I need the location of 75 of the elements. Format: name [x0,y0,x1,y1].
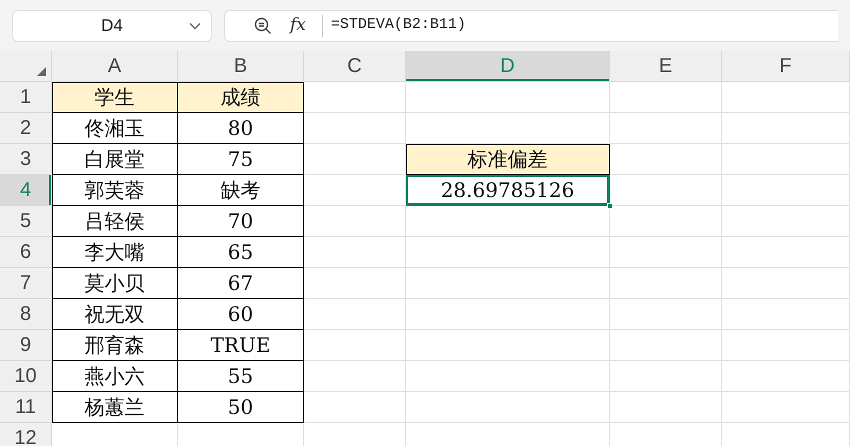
empty-cell[interactable] [610,392,722,423]
empty-cell[interactable] [722,82,850,113]
empty-cell[interactable] [722,206,850,237]
empty-cell[interactable] [722,175,850,206]
row-header[interactable]: 5 [0,206,52,237]
table-cell[interactable]: 李大嘴 [52,237,178,268]
row-header[interactable]: 11 [0,392,52,423]
select-all-icon[interactable] [37,67,46,76]
empty-cell[interactable] [610,299,722,330]
row-header[interactable]: 2 [0,113,52,144]
empty-cell[interactable] [406,299,610,330]
empty-cell[interactable] [722,299,850,330]
empty-cell[interactable] [406,392,610,423]
function-label[interactable]: fx [290,12,306,38]
empty-cell[interactable] [610,113,722,144]
magnifier-icon [254,16,272,34]
empty-cell[interactable] [610,82,722,113]
table-cell[interactable]: 白展堂 [52,144,178,175]
chevron-down-icon [189,22,201,30]
formula-text: =STDEVA(B2:B11) [330,15,466,36]
table-cell[interactable]: 成绩 [178,82,304,113]
empty-cell[interactable] [406,330,610,361]
empty-cell[interactable] [406,361,610,392]
name-box[interactable]: D4 [12,10,212,42]
row-header[interactable]: 9 [0,330,52,361]
column-header[interactable]: B [178,51,304,81]
table-cell[interactable]: 学生 [52,82,178,113]
table-cell[interactable]: 50 [178,392,304,423]
column-header[interactable]: A [52,51,178,81]
table-cell[interactable]: 缺考 [178,175,304,206]
empty-cell[interactable] [406,268,610,299]
empty-cell[interactable] [610,206,722,237]
table-cell[interactable]: 郭芙蓉 [52,175,178,206]
fill-handle[interactable] [607,203,613,209]
empty-cell[interactable] [610,268,722,299]
table-cell[interactable]: 祝无双 [52,299,178,330]
table-cell[interactable]: 莫小贝 [52,268,178,299]
table-cell[interactable]: 80 [178,113,304,144]
table-cell[interactable]: 67 [178,268,304,299]
table-cell[interactable]: 燕小六 [52,361,178,392]
row-header[interactable]: 8 [0,299,52,330]
table-cell[interactable]: 吕轻侯 [52,206,178,237]
table-cell[interactable]: 杨蕙兰 [52,392,178,423]
table-cell[interactable]: 28.69785126 [406,175,610,206]
empty-cell[interactable] [722,113,850,144]
table-cell[interactable]: 60 [178,299,304,330]
row-header[interactable]: 3 [0,144,52,175]
table-cell[interactable]: 邢育森 [52,330,178,361]
table-cell[interactable]: 佟湘玉 [52,113,178,144]
empty-cell[interactable] [406,237,610,268]
empty-cell[interactable] [722,237,850,268]
table-cell[interactable]: TRUE [178,330,304,361]
empty-cell[interactable] [610,330,722,361]
empty-cell[interactable] [722,268,850,299]
empty-cell[interactable] [722,361,850,392]
empty-cell[interactable] [722,330,850,361]
empty-cell[interactable] [610,361,722,392]
row-header[interactable]: 1 [0,82,52,113]
table-cell[interactable]: 标准偏差 [406,144,610,175]
table-cell[interactable]: 55 [178,361,304,392]
table-cell[interactable]: 70 [178,206,304,237]
formula-bar[interactable]: fx =STDEVA(B2:B11) [224,10,838,42]
row-header[interactable]: 7 [0,268,52,299]
empty-cell[interactable] [610,237,722,268]
empty-cell[interactable] [406,206,610,237]
table-cell[interactable]: 75 [178,144,304,175]
empty-cell[interactable] [722,392,850,423]
table-cell[interactable]: 65 [178,237,304,268]
column-header[interactable]: F [722,51,850,81]
column-header[interactable]: E [610,51,722,81]
empty-cell[interactable] [406,82,610,113]
row-header[interactable]: 10 [0,361,52,392]
row-header[interactable]: 12 [0,423,52,446]
row-header[interactable]: 6 [0,237,52,268]
empty-cell[interactable] [722,144,850,175]
